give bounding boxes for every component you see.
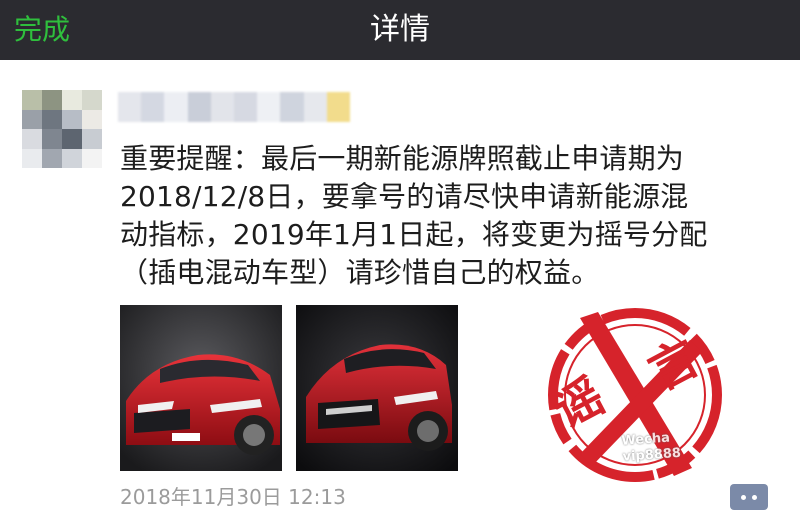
message-line: 重要提醒：最后一期新能源牌照截止申请期为 [120,142,685,175]
nav-bar: 完成 详情 [0,0,800,60]
post-timestamp: 2018年11月30日 12:13 [120,485,346,509]
comment-button[interactable] [730,484,768,510]
car-photo-1[interactable] [120,305,282,471]
user-nickname[interactable] [118,92,351,122]
avatar[interactable] [22,90,102,168]
page-title: 详情 [370,12,430,47]
message-line: 动指标，2019年1月1日起，将变更为摇号分配 [120,218,708,251]
post-message: 重要提醒：最后一期新能源牌照截止申请期为 2018/12/8日，要拿号的请尽快申… [120,140,780,292]
car-photo-2[interactable] [296,305,458,471]
message-line: （插电混动车型）请珍惜自己的权益。 [120,256,600,289]
message-line: 2018/12/8日，要拿号的请尽快申请新能源混 [120,180,689,213]
